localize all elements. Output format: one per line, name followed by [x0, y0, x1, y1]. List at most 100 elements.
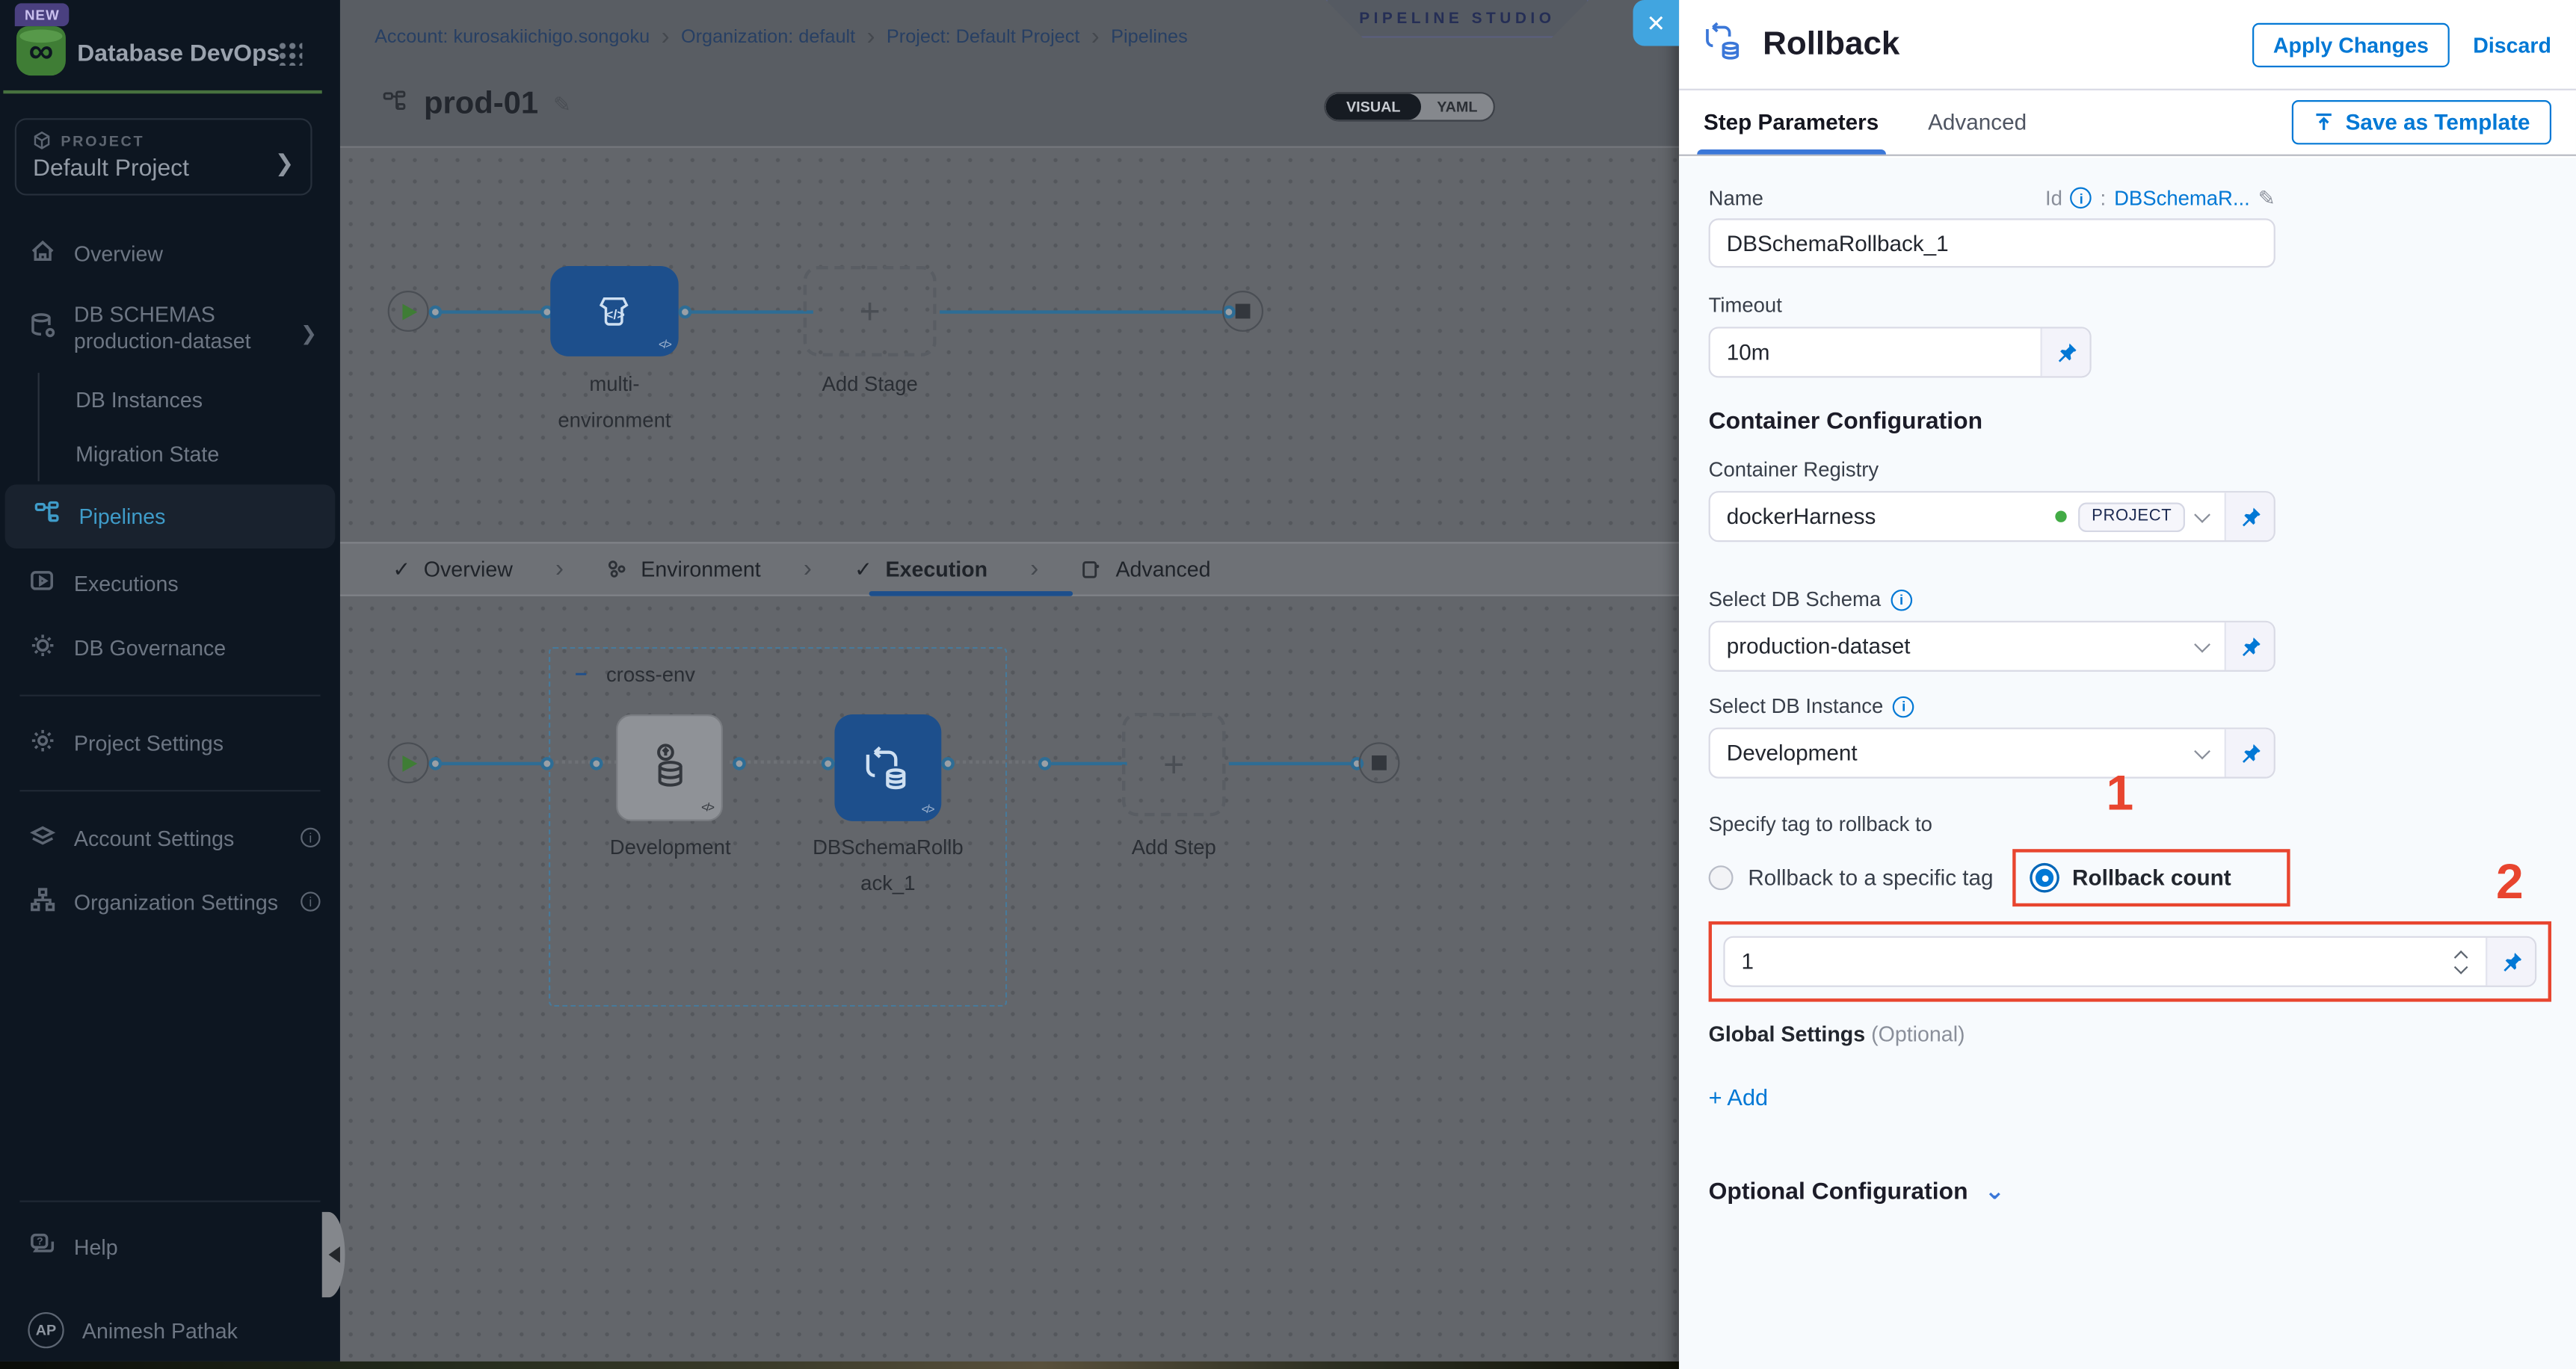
stage-node-multi-environment[interactable]: </> </> — [550, 266, 678, 356]
execution-canvas: – cross-env </> </> + Development D — [340, 596, 1679, 1355]
tab-environment[interactable]: Environment — [606, 557, 761, 581]
home-icon — [28, 238, 55, 270]
sidebar-item-executions[interactable]: Executions — [0, 551, 340, 615]
tab-execution[interactable]: ✓Execution — [854, 556, 987, 582]
global-settings-label: Global Settings — [1709, 1022, 1866, 1046]
sidebar-item-db-schemas[interactable]: DB SCHEMASproduction-dataset ❯ — [0, 285, 340, 371]
tab-advanced-panel[interactable]: Advanced — [1928, 90, 2027, 155]
chevron-down-icon[interactable] — [2194, 636, 2210, 652]
registry-select[interactable]: dockerHarness PROJECT — [1710, 492, 2225, 540]
radio-rollback-count[interactable]: Rollback count — [2013, 849, 2290, 906]
layers-icon — [28, 822, 55, 853]
edit-pencil-icon[interactable]: ✎ — [553, 92, 571, 118]
studio-header: Account: kurosakiichigo.songoku› Organiz… — [340, 0, 1679, 148]
tab-overview[interactable]: ✓Overview — [392, 556, 513, 582]
db-schemas-subgroup: DB Instances Migration State — [38, 372, 340, 480]
divider — [19, 1201, 320, 1202]
sidebar-item-project-settings[interactable]: Project Settings — [0, 711, 340, 775]
timeout-input-group: 10m — [1709, 327, 2092, 377]
rollback-step-icon — [1704, 18, 1748, 70]
add-step-button[interactable]: + — [1122, 713, 1225, 816]
stop-icon — [1372, 755, 1387, 770]
breadcrumb[interactable]: Account: kurosakiichigo.songoku› Organiz… — [375, 23, 1188, 51]
sidebar-item-db-governance[interactable]: DB Governance — [0, 615, 340, 679]
drawer-header: Rollback Apply Changes Discard — [1679, 0, 2576, 90]
sidebar-item-overview[interactable]: Overview — [0, 222, 340, 286]
svg-text:</>: </> — [606, 306, 625, 321]
chevron-down-icon[interactable] — [2194, 742, 2210, 758]
close-icon: ✕ — [1646, 9, 1666, 37]
port — [822, 757, 835, 770]
pipeline-studio-canvas: Account: kurosakiichigo.songoku› Organiz… — [340, 0, 1679, 1362]
sidebar-item-migration-state[interactable]: Migration State — [40, 426, 340, 480]
tab-step-parameters[interactable]: Step Parameters — [1704, 90, 1879, 155]
sidebar-item-db-instances[interactable]: DB Instances — [40, 372, 340, 427]
step-group-cross-env[interactable] — [549, 647, 1007, 1007]
name-input[interactable]: DBSchemaRollback_1 — [1709, 218, 2275, 268]
divider — [19, 789, 320, 791]
info-icon[interactable]: i — [1893, 696, 1914, 717]
instance-select[interactable]: Development — [1710, 729, 2225, 777]
pin-button[interactable] — [2225, 492, 2274, 540]
number-stepper[interactable] — [2456, 952, 2470, 971]
save-as-template-button[interactable]: Save as Template — [2291, 100, 2551, 144]
edge — [431, 310, 554, 313]
group-label[interactable]: – cross-env — [575, 664, 695, 687]
cube-icon — [33, 132, 51, 149]
info-icon[interactable]: i — [2071, 188, 2092, 209]
visual-yaml-toggle[interactable]: VISUAL YAML — [1324, 92, 1495, 122]
module-grid-icon[interactable] — [277, 41, 302, 66]
chevron-right-icon: ❯ — [301, 322, 317, 347]
pin-button[interactable] — [2486, 938, 2535, 986]
app-window: NEW ∞ Database DevOps PROJECT Default Pr… — [0, 0, 2576, 1369]
step-node-dbschemarollback[interactable]: </> — [834, 714, 941, 821]
edge — [1052, 762, 1127, 765]
sidebar-item-organization-settings[interactable]: Organization Settings i — [0, 870, 340, 934]
info-icon[interactable]: i — [1891, 589, 1912, 611]
pipeline-end-node — [1222, 291, 1263, 332]
project-selector[interactable]: PROJECT Default Project ❯ — [15, 118, 312, 195]
governance-gear-icon — [28, 631, 55, 663]
close-drawer-button[interactable]: ✕ — [1633, 0, 1680, 46]
tab-advanced[interactable]: Advanced — [1081, 557, 1210, 581]
pipeline-start-node[interactable] — [388, 291, 429, 332]
edit-id-pencil-icon[interactable]: ✎ — [2258, 185, 2275, 210]
pin-button[interactable] — [2225, 622, 2274, 670]
discard-link[interactable]: Discard — [2473, 32, 2551, 57]
desktop-edge — [0, 1362, 1679, 1369]
user-menu[interactable]: AP Animesh Pathak — [0, 1296, 340, 1365]
port — [679, 306, 692, 319]
instance-label: Select DB Instancei — [1709, 695, 2547, 718]
id-label: Id — [2045, 186, 2062, 209]
pin-button[interactable] — [2041, 329, 2090, 377]
chevron-down-icon[interactable] — [2194, 506, 2210, 522]
svg-text:?: ? — [36, 1235, 43, 1247]
rollback-count-input[interactable]: 1 — [1725, 938, 2486, 986]
toggle-yaml[interactable]: YAML — [1421, 93, 1494, 120]
plus-icon: + — [1163, 743, 1184, 785]
count-annotation-box: 1 — [1709, 921, 2551, 1002]
sidebar-item-account-settings[interactable]: Account Settings i — [0, 806, 340, 870]
radio-unselected-icon[interactable] — [1709, 865, 1734, 890]
apply-changes-button[interactable]: Apply Changes — [2252, 22, 2450, 67]
gear-icon — [28, 726, 55, 758]
optional-configuration-toggle[interactable]: Optional Configuration ⌄ — [1709, 1179, 2547, 1205]
sidebar-item-help[interactable]: ? Help — [0, 1215, 340, 1279]
stage-canvas: </> </> + multi-environment Add Stage — [340, 149, 1679, 542]
radio-specific-tag[interactable]: Rollback to a specific tag — [1709, 865, 1994, 890]
add-stage-button[interactable]: + — [804, 266, 937, 356]
add-global-setting-link[interactable]: + Add — [1709, 1084, 2547, 1110]
timeout-input[interactable]: 10m — [1710, 329, 2041, 377]
pipeline-name: prod-01 — [424, 87, 538, 123]
schema-select-group: production-dataset — [1709, 621, 2275, 672]
avatar: AP — [28, 1312, 64, 1348]
add-stage-label: Add Stage — [804, 368, 937, 404]
sidebar-item-pipelines[interactable]: Pipelines — [5, 483, 336, 548]
schema-select[interactable]: production-dataset — [1710, 622, 2225, 670]
step-node-development[interactable]: </> — [616, 714, 723, 821]
play-icon — [402, 303, 417, 319]
radio-selected-icon[interactable] — [2033, 865, 2057, 890]
collapse-minus-icon[interactable]: – — [575, 667, 591, 683]
toggle-visual[interactable]: VISUAL — [1326, 93, 1421, 120]
pin-button[interactable] — [2225, 729, 2274, 777]
